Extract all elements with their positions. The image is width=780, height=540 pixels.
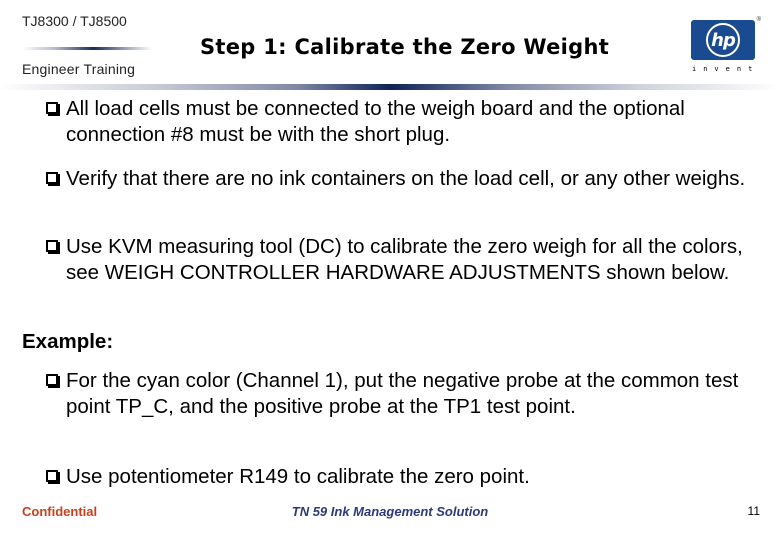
checkbox-bullet-icon (46, 374, 58, 386)
bullet-text: All load cells must be connected to the … (66, 97, 685, 146)
bullet-item: Use KVM measuring tool (DC) to calibrate… (46, 234, 746, 286)
hp-logo-text: hp (711, 29, 736, 51)
title-separator (0, 84, 780, 90)
hp-logo-circle: hp (706, 23, 740, 57)
hp-logo-box: hp (691, 20, 755, 60)
page-number: 11 (747, 504, 760, 518)
bullet-text: Verify that there are no ink containers … (66, 167, 746, 190)
bullet-text: Use potentiometer R149 to calibrate the … (66, 465, 530, 488)
example-heading: Example: (22, 330, 114, 353)
example-bullet-item: For the cyan color (Channel 1), put the … (46, 368, 746, 420)
header-divider (22, 47, 152, 50)
checkbox-bullet-icon (46, 102, 58, 114)
example-bullet-item: Use potentiometer R149 to calibrate the … (46, 464, 746, 490)
bullet-item: Verify that there are no ink containers … (46, 166, 746, 192)
training-label: Engineer Training (22, 61, 136, 77)
bullet-text: Use KVM measuring tool (DC) to calibrate… (66, 235, 743, 284)
product-label: TJ8300 / TJ8500 (22, 13, 127, 29)
footer-document-title: TN 59 Ink Management Solution (291, 504, 489, 519)
logo-tagline: invent (692, 65, 760, 73)
footer-confidential: Confidential (22, 504, 98, 519)
checkbox-bullet-icon (46, 240, 58, 252)
registered-mark: ® (756, 17, 761, 23)
hp-logo: hp ® (691, 17, 761, 60)
bullet-item: All load cells must be connected to the … (46, 96, 746, 148)
checkbox-bullet-icon (46, 470, 58, 482)
slide-title: Step 1: Calibrate the Zero Weight (200, 35, 610, 59)
checkbox-bullet-icon (46, 172, 58, 184)
bullet-text: For the cyan color (Channel 1), put the … (66, 369, 739, 418)
